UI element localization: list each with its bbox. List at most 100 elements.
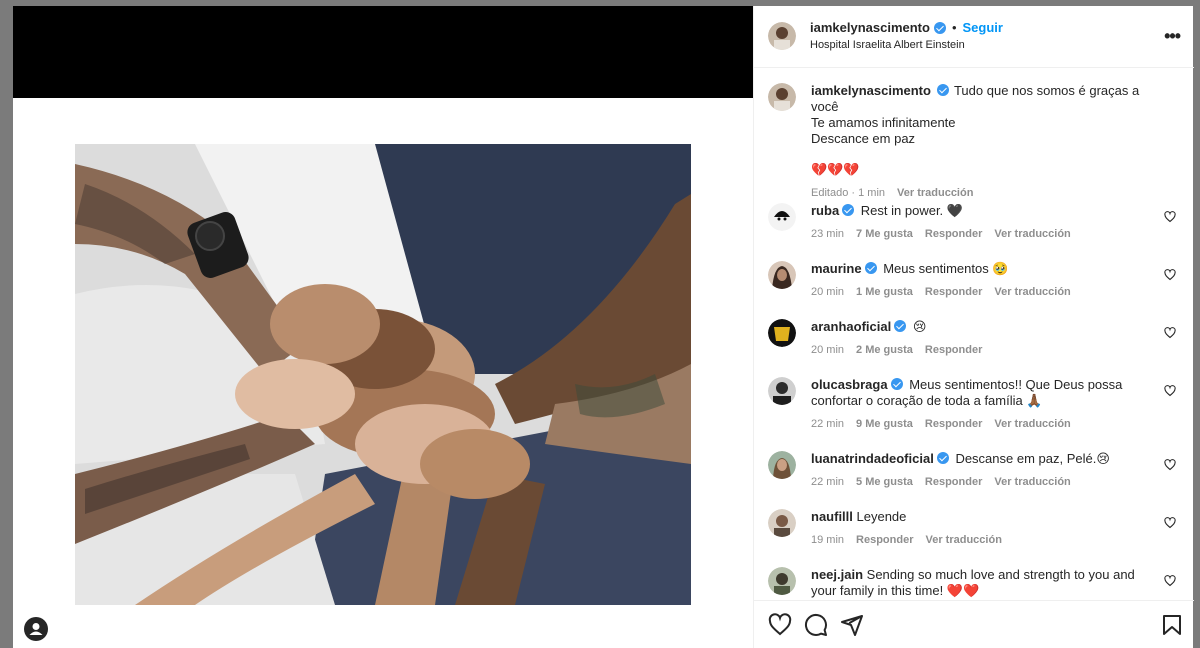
post-location[interactable]: Hospital Israelita Albert Einstein (810, 39, 965, 51)
comment-likes[interactable]: 1 Me gusta (856, 284, 913, 300)
comment-text: Leyende (856, 509, 907, 524)
translate-link[interactable]: Ver traducción (994, 474, 1070, 490)
comment-time: 22 min (811, 418, 845, 430)
caption-meta: Editado · 1 min Ver traducción (811, 185, 1161, 201)
post-side-panel: iamkelynascimento • Seguir Hospital Isra… (753, 6, 1194, 648)
comment-meta: 23 min 7 Me gusta Responder Ver traducci… (811, 226, 1161, 242)
comment-body: luanatrindadeoficial Descanse em paz, Pe… (811, 451, 1161, 490)
comments-list[interactable]: iamkelynascimento Tudo que nos somos é g… (754, 69, 1194, 599)
comment-body: ruba Rest in power. 🖤 23 min 7 Me gusta … (811, 203, 1161, 242)
verified-badge-icon (936, 84, 949, 96)
translate-link[interactable]: Ver traducción (994, 226, 1070, 242)
comment-heart-icon[interactable] (1164, 211, 1176, 223)
post-modal: iamkelynascimento • Seguir Hospital Isra… (13, 6, 1194, 648)
separator-dot: • (951, 20, 957, 35)
media-top-bar (13, 6, 753, 98)
verified-badge-icon (936, 452, 949, 464)
comment-username[interactable]: aranhaoficial (811, 319, 891, 334)
comment-username[interactable]: olucasbraga (811, 377, 888, 392)
commenter-avatar[interactable] (768, 261, 796, 289)
comment-time: 19 min (811, 534, 845, 546)
author-username[interactable]: iamkelynascimento (810, 20, 930, 35)
reply-button[interactable]: Responder (856, 532, 913, 548)
comment-meta: 20 min 2 Me gusta Responder (811, 342, 1161, 358)
translate-link[interactable]: Ver traducción (926, 532, 1002, 548)
comment-heart-icon[interactable] (1164, 459, 1176, 471)
comment-username[interactable]: ruba (811, 203, 839, 218)
commenter-avatar[interactable] (768, 319, 796, 347)
author-avatar[interactable] (768, 22, 796, 50)
translate-link[interactable]: Ver traducción (994, 416, 1070, 432)
commenter-avatar[interactable] (768, 203, 796, 231)
comment-username[interactable]: luanatrindadeoficial (811, 451, 934, 466)
comment-likes[interactable]: 5 Me gusta (856, 474, 913, 490)
comment-text: Descanse em paz, Pelé.😢 (955, 451, 1110, 466)
send-icon[interactable] (840, 613, 864, 637)
comment-body: naufilll Leyende 19 min Responder Ver tr… (811, 509, 1161, 548)
more-options-icon[interactable]: ••• (1164, 26, 1181, 47)
profile-icon[interactable] (24, 617, 48, 641)
verified-badge-icon (894, 320, 907, 332)
caption-username[interactable]: iamkelynascimento (811, 83, 931, 98)
reply-button[interactable]: Responder (925, 284, 982, 300)
post-photo-image (75, 144, 691, 605)
caption-time: 1 min (858, 187, 886, 199)
verified-badge-icon (890, 378, 903, 390)
verified-badge-icon (864, 262, 877, 274)
comment-time: 20 min (811, 286, 845, 298)
reply-button[interactable]: Responder (925, 226, 982, 242)
translate-link[interactable]: Ver traducción (994, 284, 1070, 300)
comment-text: 😢 (912, 319, 927, 334)
comment-meta: 22 min 5 Me gusta Responder Ver traducci… (811, 474, 1161, 490)
comment-time: 22 min (811, 476, 845, 488)
comment-time: 20 min (811, 344, 845, 356)
caption-line-2: Te amamos infinitamente (811, 115, 956, 130)
comment-heart-icon[interactable] (1164, 269, 1176, 281)
bookmark-icon[interactable] (1160, 613, 1184, 637)
comment-likes[interactable]: 9 Me gusta (856, 416, 913, 432)
comment-meta: 22 min 9 Me gusta Responder Ver traducci… (811, 416, 1161, 432)
comment-likes[interactable]: 7 Me gusta (856, 226, 913, 242)
comment-icon[interactable] (804, 613, 828, 637)
commenter-avatar[interactable] (768, 509, 796, 537)
verified-badge-icon (842, 204, 855, 216)
media-column (13, 6, 753, 648)
edited-label: Editado (811, 187, 849, 199)
meta-dot: · (851, 187, 856, 199)
comment-body: neej.jain Sending so much love and stren… (811, 567, 1161, 599)
comment-time: 23 min (811, 228, 845, 240)
commenter-avatar[interactable] (768, 377, 796, 405)
post-header: iamkelynascimento • Seguir Hospital Isra… (754, 6, 1194, 68)
comment-heart-icon[interactable] (1164, 575, 1176, 587)
comment-body: maurine Meus sentimentos 🥹 20 min 1 Me g… (811, 261, 1161, 300)
comment-username[interactable]: maurine (811, 261, 862, 276)
caption-line-3: Descance em paz (811, 131, 916, 146)
caption-body: iamkelynascimento Tudo que nos somos é g… (811, 83, 1161, 201)
comment-meta: 19 min Responder Ver traducción (811, 532, 1161, 548)
comment-body: aranhaoficial 😢 20 min 2 Me gusta Respon… (811, 319, 1161, 358)
comment-heart-icon[interactable] (1164, 327, 1176, 339)
comment-text: Rest in power. 🖤 (860, 203, 963, 218)
action-bar (754, 600, 1194, 648)
caption-time-group: Editado · 1 min (811, 185, 885, 201)
caption-avatar[interactable] (768, 83, 796, 111)
reply-button[interactable]: Responder (925, 416, 982, 432)
verified-badge-icon (933, 21, 946, 34)
comment-heart-icon[interactable] (1164, 517, 1176, 529)
comment-heart-icon[interactable] (1164, 385, 1176, 397)
commenter-avatar[interactable] (768, 567, 796, 595)
caption-translate-link[interactable]: Ver traducción (897, 185, 973, 201)
author-row: iamkelynascimento • Seguir (810, 20, 1003, 35)
caption-hearts: 💔💔💔 (811, 162, 860, 177)
heart-icon[interactable] (768, 613, 792, 637)
comment-likes[interactable]: 2 Me gusta (856, 342, 913, 358)
comment-meta: 20 min 1 Me gusta Responder Ver traducci… (811, 284, 1161, 300)
reply-button[interactable]: Responder (925, 342, 982, 358)
comment-username[interactable]: naufilll (811, 509, 853, 524)
comment-username[interactable]: neej.jain (811, 567, 863, 582)
comment-body: olucasbraga Meus sentimentos!! Que Deus … (811, 377, 1161, 432)
post-photo[interactable] (75, 144, 691, 605)
reply-button[interactable]: Responder (925, 474, 982, 490)
commenter-avatar[interactable] (768, 451, 796, 479)
follow-button[interactable]: Seguir (963, 20, 1003, 35)
